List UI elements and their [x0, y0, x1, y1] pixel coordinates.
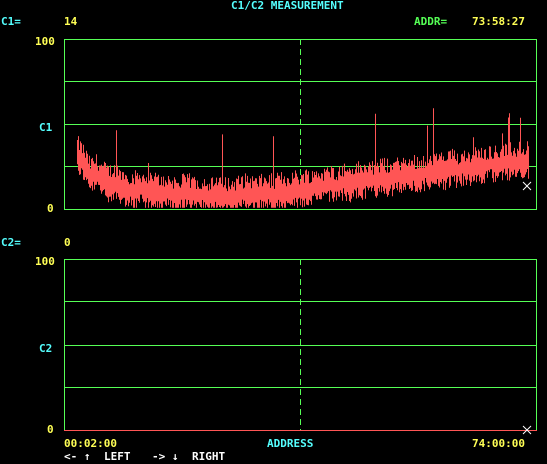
lower-plot-grid	[64, 259, 537, 431]
upper-end-marker	[522, 181, 532, 191]
upper-trace	[77, 108, 529, 208]
plots-canvas	[64, 39, 537, 435]
upper-trace-signal	[77, 108, 529, 208]
